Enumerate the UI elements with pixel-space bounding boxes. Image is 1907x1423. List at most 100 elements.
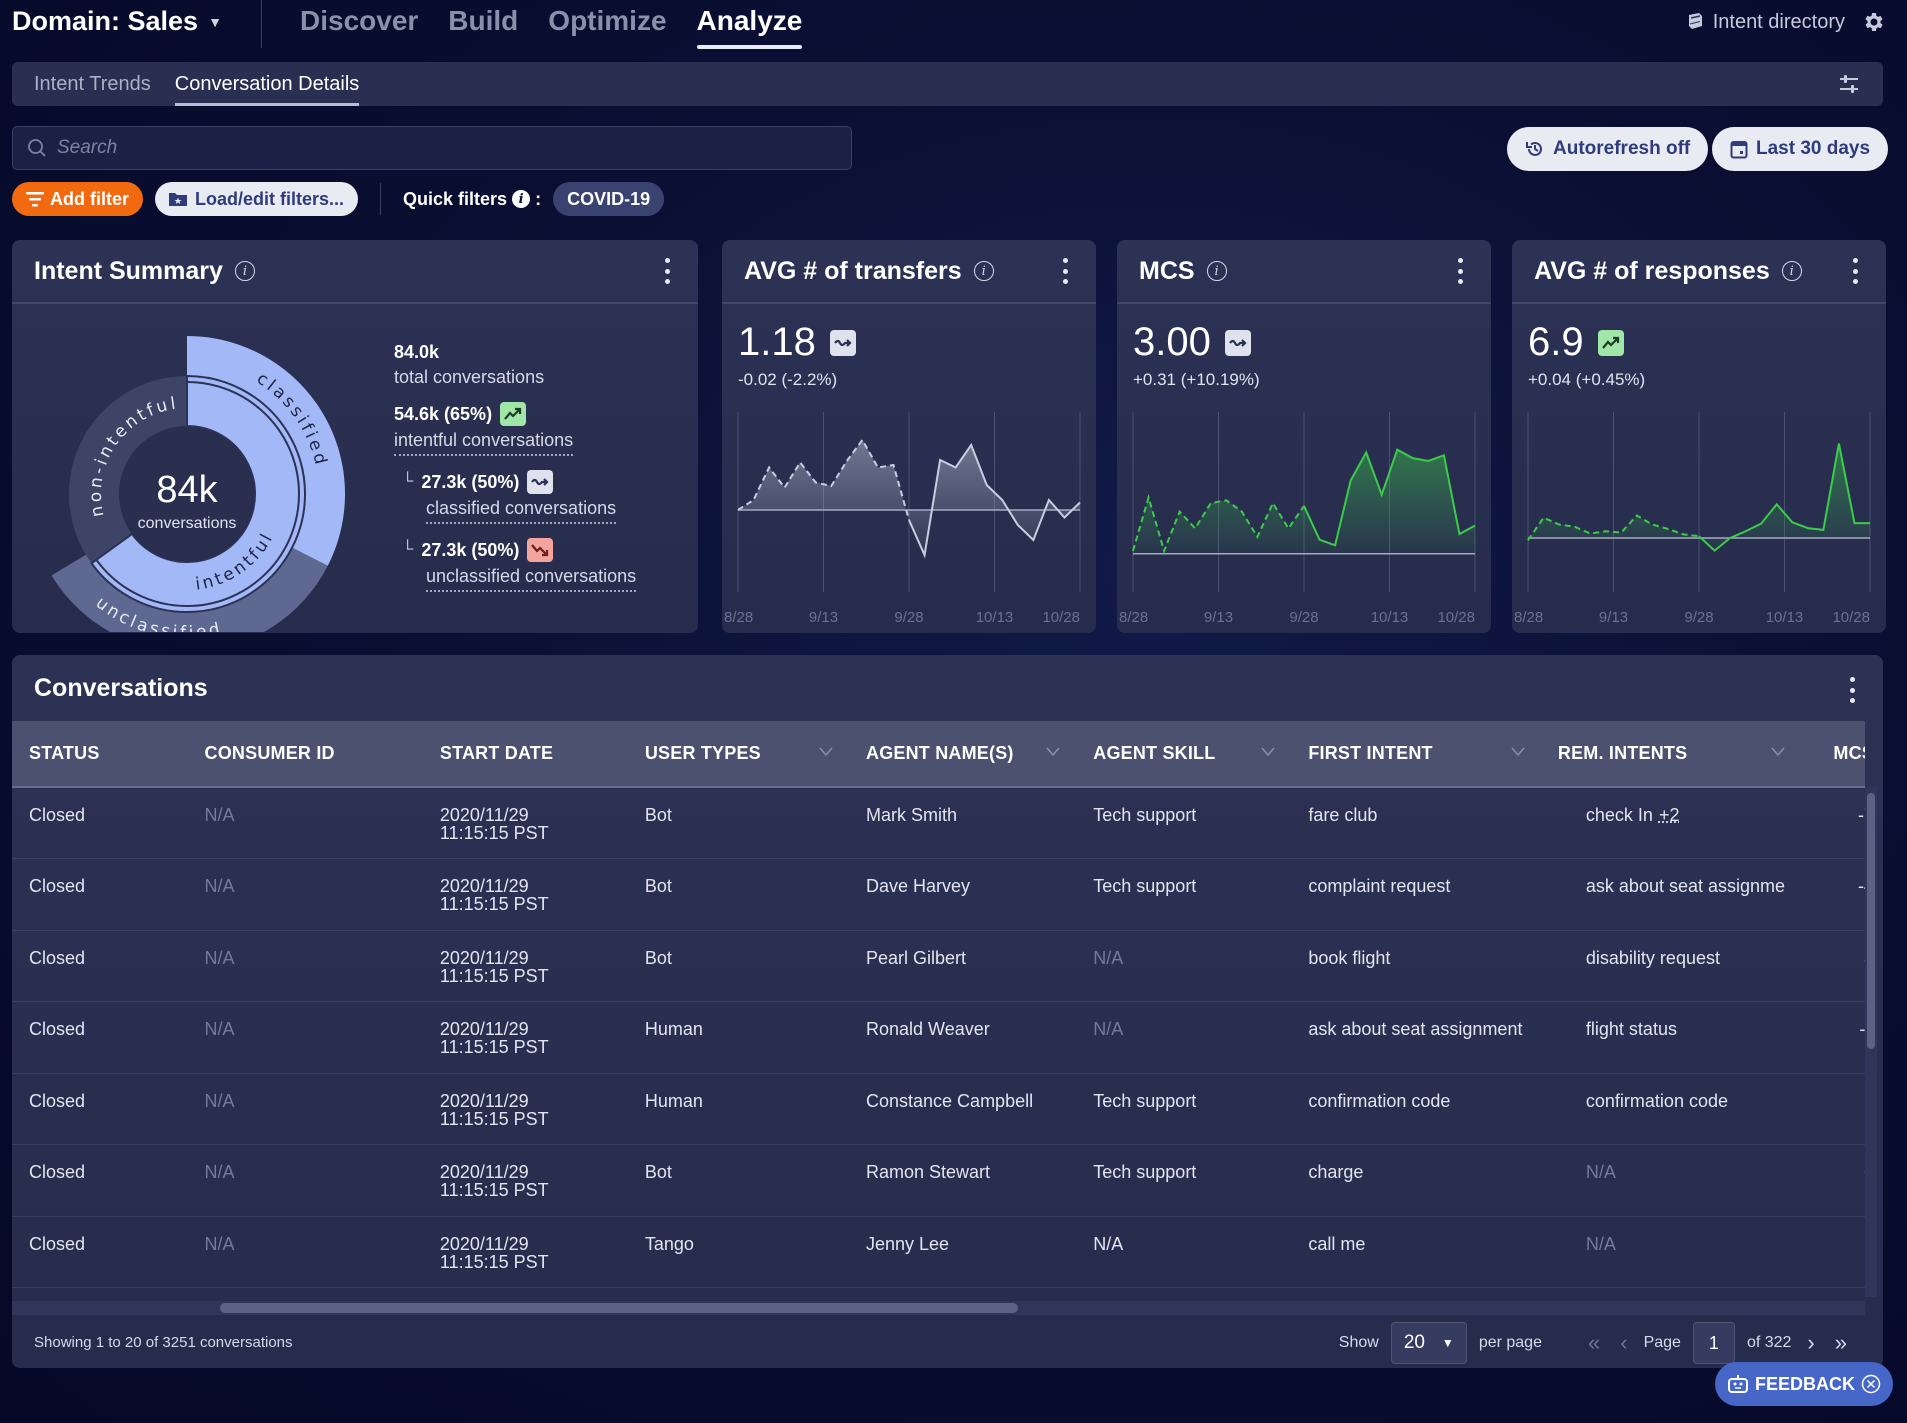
more-options-icon[interactable] [1457, 258, 1463, 284]
consumer-id-cell: N/A [188, 1073, 423, 1145]
status-cell-text: Closed [29, 1019, 86, 1039]
more-options-icon[interactable] [664, 258, 670, 284]
table-row[interactable]: Closed N/A 2020/11/29 11:15:15 PST Bot Mark S… [12, 787, 1865, 859]
column-header-user-types[interactable]: USER TYPES [627, 721, 849, 788]
start-date-cell: 2020/11/29 11:15:15 PST [423, 787, 628, 859]
status-cell: Closed [12, 930, 188, 1002]
card-header: AVG # of transfers i [722, 240, 1096, 304]
info-icon[interactable]: i [512, 190, 531, 208]
metric-delta: +0.31 (+10.19%) [1133, 370, 1260, 389]
more-options-icon[interactable] [1062, 258, 1068, 284]
page-input[interactable]: 1 [1692, 1322, 1735, 1364]
x-tick-label: 9/28 [1289, 609, 1318, 626]
nav-analyze[interactable]: Analyze [696, 5, 802, 49]
next-page-button[interactable]: › [1803, 1330, 1818, 1356]
column-header-agent-skill[interactable]: AGENT SKILL [1076, 721, 1292, 788]
chevron-down-icon[interactable] [1771, 747, 1785, 757]
nav-optimize[interactable]: Optimize [548, 5, 666, 49]
start-date-cell-text: 2020/11/29 [439, 1233, 529, 1254]
x-tick-label: 10/13 [976, 609, 1014, 626]
metric-value-row: 6.9 [1528, 320, 1624, 365]
info-icon[interactable]: i [1781, 261, 1802, 281]
search-field [12, 126, 852, 170]
quick-filter-chip[interactable]: COVID-19 [553, 182, 665, 216]
nav-discover[interactable]: Discover [300, 5, 418, 49]
stat-label[interactable]: classified conversations [426, 498, 617, 524]
chevron-down-icon[interactable] [1046, 747, 1060, 757]
consumer-id-cell: N/A [188, 859, 423, 931]
add-filter-button[interactable]: Add filter [12, 182, 143, 216]
date-range-button[interactable]: Last 30 days [1712, 127, 1889, 171]
stat-label[interactable]: intentful conversations [394, 430, 574, 456]
info-icon[interactable]: i [234, 261, 255, 281]
nav-build[interactable]: Build [448, 5, 518, 49]
rem-intents-cell-text: flight status [1585, 1019, 1677, 1039]
per-page-select[interactable]: 20 ▼ [1390, 1322, 1467, 1364]
tab-conversation-details[interactable]: Conversation Details [174, 62, 359, 106]
mcs-cell: -75 [1801, 787, 1865, 859]
stat-label[interactable]: unclassified conversations [426, 566, 637, 592]
info-icon[interactable]: i [973, 261, 994, 281]
column-header-first-intent[interactable]: FIRST INTENT [1291, 721, 1541, 788]
table-row[interactable]: Closed N/A 2020/11/29 11:15:15 PST Human Rona… [12, 1002, 1865, 1073]
column-header-label: AGENT NAME(S) [866, 743, 1014, 763]
table-row[interactable]: Closed N/A 2020/11/29 11:15:15 PST Bot Dave H… [12, 859, 1865, 931]
table-row[interactable]: Closed N/A 2020/11/29 11:15:15 PST Bot Pearl … [12, 930, 1865, 1002]
chevron-down-icon[interactable] [1261, 747, 1275, 757]
more-options-icon[interactable] [1849, 677, 1855, 703]
status-cell-text: Closed [29, 1233, 86, 1254]
user-type-cell: Human [628, 1073, 849, 1145]
scrollbar-thumb[interactable] [1867, 793, 1875, 1049]
first-page-button[interactable]: « [1584, 1330, 1604, 1356]
gear-icon[interactable] [1861, 10, 1885, 34]
card-title: Conversations [34, 673, 208, 702]
column-header-mcs[interactable]: MCS [1800, 721, 1865, 788]
start-time-text: 11:15:15 PST [439, 894, 549, 914]
first-intent-cell-text: fare club [1308, 805, 1378, 825]
tab-intent-trends[interactable]: Intent Trends [34, 62, 151, 106]
load-edit-filters-button[interactable]: Load/edit filters... [155, 182, 359, 216]
rem-intents-cell-text: check In [1585, 805, 1653, 825]
agent-name-cell: Constance Campbell [849, 1073, 1076, 1145]
scrollbar-thumb[interactable] [220, 1303, 1018, 1313]
stat-item: 54.6k (65%) intentful conversations [394, 402, 636, 456]
chevron-down-icon[interactable] [819, 747, 833, 757]
search-input[interactable] [57, 137, 837, 159]
info-icon[interactable]: i [1206, 261, 1227, 281]
table-row[interactable]: Closed N/A 2020/11/29 11:15:15 PST Bot Ramon … [12, 1145, 1865, 1217]
more-intents-link[interactable]: +2 [1659, 805, 1680, 825]
agent-name-cell-text: Mark Smith [866, 805, 958, 825]
consumer-id-cell: N/A [188, 930, 423, 1002]
mcs-cell: 63 [1801, 1145, 1865, 1217]
column-header-label: START DATE [439, 743, 554, 763]
stat-value: 84.0k [394, 342, 440, 362]
column-header-rem-intents[interactable]: REM. INTENTS [1540, 721, 1801, 788]
user-type-cell: Bot [628, 1145, 849, 1217]
adjust-settings-icon[interactable] [1837, 72, 1861, 96]
more-options-icon[interactable] [1852, 258, 1858, 284]
close-icon[interactable] [1861, 1374, 1881, 1394]
status-cell: Closed [12, 1216, 188, 1288]
card-header: AVG # of responses i [1512, 240, 1886, 304]
autorefresh-button[interactable]: Autorefresh off [1507, 127, 1709, 171]
horizontal-scrollbar[interactable] [12, 1301, 1865, 1315]
column-header-agent-name-s[interactable]: AGENT NAME(S) [849, 721, 1077, 788]
first-intent-cell: call me [1291, 1216, 1541, 1288]
card-title: MCS [1139, 256, 1195, 285]
consumer-id-cell-text: N/A [204, 876, 235, 896]
chevron-down-icon[interactable] [1511, 747, 1525, 757]
agent-name-cell-text: Ramon Stewart [866, 1162, 991, 1182]
prev-page-button[interactable]: ‹ [1616, 1330, 1631, 1356]
domain-selector[interactable]: Domain: Sales ▼ [12, 6, 222, 37]
table-row[interactable]: Closed N/A 2020/11/29 11:15:15 PST Tango Jenn… [12, 1216, 1865, 1288]
load-filters-label: Load/edit filters... [195, 188, 345, 209]
table-row[interactable]: Closed N/A 2020/11/29 11:15:15 PST Human Cons… [12, 1073, 1865, 1145]
intent-directory-link[interactable]: Intent directory [1685, 10, 1885, 34]
vertical-scrollbar[interactable] [1865, 787, 1877, 1297]
user-type-cell: Bot [628, 930, 849, 1002]
feedback-button[interactable]: FEEDBACK [1715, 1362, 1893, 1406]
mcs-cell-text: -49 [1857, 876, 1865, 896]
column-header-consumer-id: CONSUMER ID [187, 721, 423, 788]
last-page-button[interactable]: » [1831, 1330, 1851, 1356]
rem-intents-cell-text: disability request [1585, 947, 1720, 968]
